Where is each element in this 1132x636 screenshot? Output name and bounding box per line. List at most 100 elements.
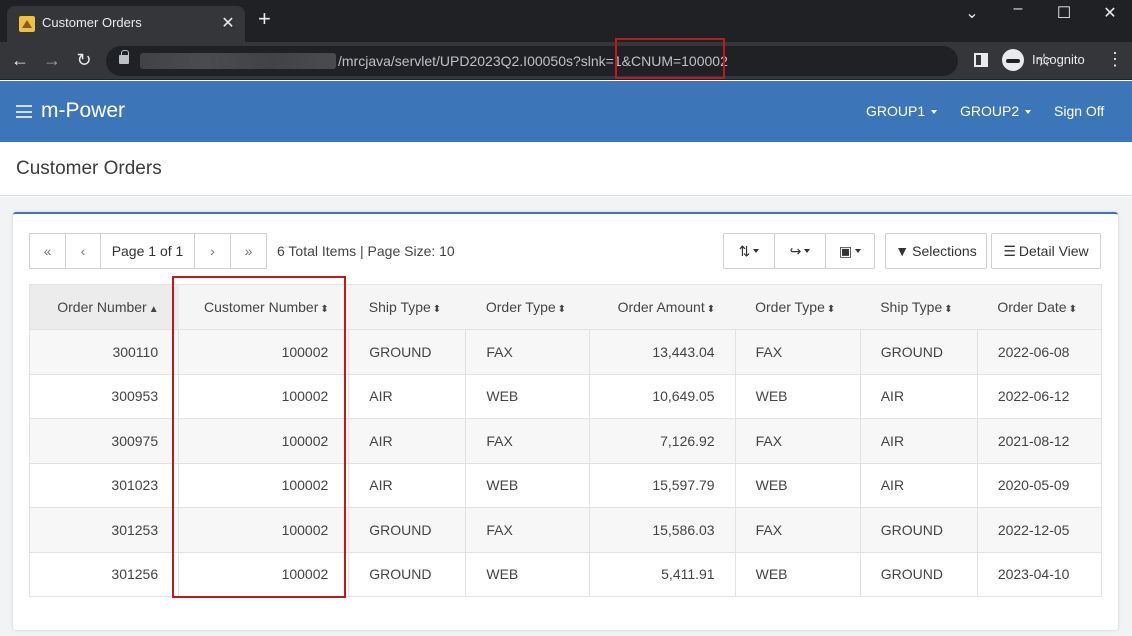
sort-dropdown-button[interactable]: ⇅ [723, 233, 775, 269]
table-cell: 15,597.79 [589, 463, 736, 508]
address-bar[interactable]: /mrcjava/servlet/UPD2023Q2.I00050s?slnk=… [106, 46, 1052, 76]
sort-icon: ▲ [148, 304, 159, 315]
incognito-indicator[interactable]: Incognito [998, 47, 1090, 73]
page-header: Customer Orders [0, 142, 1132, 196]
favicon-icon [19, 16, 35, 32]
column-header-label: Ship Type [880, 299, 943, 315]
sort-icon: ⬍ [432, 304, 442, 315]
column-header[interactable]: Order Date ⬍ [977, 284, 1102, 330]
minimize-icon[interactable]: – [1008, 0, 1028, 18]
column-header[interactable]: Order Type ⬍ [735, 284, 861, 330]
table-cell: 300953 [29, 374, 180, 419]
table-cell: FAX [735, 329, 861, 375]
selections-button[interactable]: ▼ Selections [885, 233, 987, 269]
table-cell: GROUND [348, 552, 467, 597]
column-header-label: Order Amount [617, 299, 705, 315]
share-dropdown-button[interactable]: ↪ [774, 233, 826, 269]
table-cell: WEB [465, 463, 591, 508]
brand-logo[interactable]: m-Power [41, 99, 125, 123]
prev-page-button[interactable]: ‹ [65, 233, 101, 269]
table-cell: WEB [735, 552, 861, 597]
app-header: m-Power GROUP1 GROUP2 Sign Off [0, 81, 1132, 142]
table-cell: FAX [735, 507, 861, 553]
table-cell: FAX [465, 507, 591, 553]
table-cell: FAX [465, 418, 591, 464]
maximize-icon[interactable]: ☐ [1054, 3, 1074, 23]
next-page-button[interactable]: › [194, 233, 231, 269]
sort-icon: ⬍ [944, 304, 953, 315]
caret-down-icon [753, 249, 760, 253]
table-cell: 2020-05-09 [977, 463, 1103, 508]
table-cell: GROUND [860, 552, 978, 597]
url-redacted [140, 53, 336, 69]
caret-down-icon [855, 249, 862, 253]
sort-icon: ⬍ [826, 304, 836, 315]
page-title: Customer Orders [16, 158, 162, 179]
table-cell: 301023 [29, 463, 180, 508]
table-cell: 301253 [29, 507, 180, 553]
sign-off-link[interactable]: Sign Off [1054, 103, 1104, 119]
column-header[interactable]: Ship Type ⬍ [348, 284, 466, 330]
selections-label: Selections [912, 243, 977, 259]
table-cell: WEB [465, 552, 591, 597]
column-header[interactable]: Order Type ⬍ [465, 284, 590, 330]
table-cell: WEB [465, 374, 591, 419]
lock-icon[interactable] [119, 50, 129, 64]
close-tab-icon[interactable]: ✕ [219, 13, 237, 33]
pagination-summary: 6 Total Items | Page Size: 10 [277, 243, 455, 259]
reload-icon[interactable]: ↻ [73, 50, 95, 71]
filter-icon: ▼ [895, 243, 910, 259]
caret-down-icon [804, 249, 811, 253]
browser-tab-strip: Customer Orders ✕ + ⌄ – ☐ ✕ [0, 0, 1132, 42]
side-panel-icon[interactable] [974, 53, 988, 67]
pagination: « ‹ Page 1 of 1 › » 6 Total Items | Page… [29, 233, 455, 269]
table-cell: WEB [735, 374, 861, 419]
table-cell: 300975 [29, 418, 180, 464]
column-header-label: Order Type [485, 299, 556, 315]
detail-view-button[interactable]: ☰ Detail View [991, 233, 1101, 269]
window-expand-icon[interactable]: ⌄ [962, 3, 982, 23]
table-cell: 2023-04-10 [977, 552, 1103, 597]
table-cell: 7,126.92 [589, 418, 736, 464]
column-header[interactable]: Order Amount ⬍ [589, 284, 736, 330]
column-header[interactable]: Order Number ▲ [29, 284, 179, 330]
table-cell: AIR [348, 374, 467, 419]
browser-menu-icon[interactable]: ⋮ [1106, 49, 1124, 70]
table-cell: 2022-12-05 [977, 507, 1103, 553]
first-page-button[interactable]: « [29, 233, 66, 269]
table-cell: 300110 [29, 329, 180, 375]
table-cell: AIR [860, 374, 978, 419]
forward-icon[interactable]: → [41, 50, 63, 71]
table-cell: 2022-06-08 [977, 329, 1103, 375]
column-header[interactable]: Ship Type ⬍ [860, 284, 978, 330]
save-dropdown-button[interactable]: ▣ [825, 233, 875, 269]
hamburger-menu-icon[interactable] [16, 105, 32, 118]
browser-toolbar: ← → ↻ /mrcjava/servlet/UPD2023Q2.I00050s… [0, 42, 1132, 80]
page-indicator: Page 1 of 1 [100, 233, 195, 269]
table-cell: GROUND [860, 507, 978, 553]
tab-title: Customer Orders [42, 15, 142, 30]
nav-group1[interactable]: GROUP1 [866, 103, 938, 119]
column-header-label: Ship Type [368, 299, 431, 315]
back-icon[interactable]: ← [9, 50, 31, 71]
detail-view-label: Detail View [1018, 243, 1089, 259]
sort-icon: ⬍ [706, 304, 716, 315]
table-cell: 5,411.91 [589, 552, 736, 597]
close-window-icon[interactable]: ✕ [1100, 3, 1120, 23]
table-cell: 13,443.04 [589, 329, 736, 375]
sort-icon: ⬍ [557, 304, 567, 315]
new-tab-icon[interactable]: + [258, 8, 271, 30]
share-icon: ↪ [789, 242, 802, 259]
last-page-button[interactable]: » [230, 233, 267, 269]
table-cell: FAX [735, 418, 861, 464]
table-cell: 10,649.05 [589, 374, 736, 419]
nav-group2[interactable]: GROUP2 [960, 103, 1032, 119]
incognito-label: Incognito [1032, 52, 1085, 67]
table-cell: 2021-08-12 [977, 418, 1103, 464]
incognito-icon [1002, 49, 1024, 71]
browser-tab[interactable]: Customer Orders ✕ [7, 6, 245, 42]
nav-group1-label: GROUP1 [866, 103, 926, 119]
column-header-label: Order Number [57, 299, 147, 315]
table-cell: AIR [348, 418, 467, 464]
table-cell: AIR [348, 463, 467, 508]
